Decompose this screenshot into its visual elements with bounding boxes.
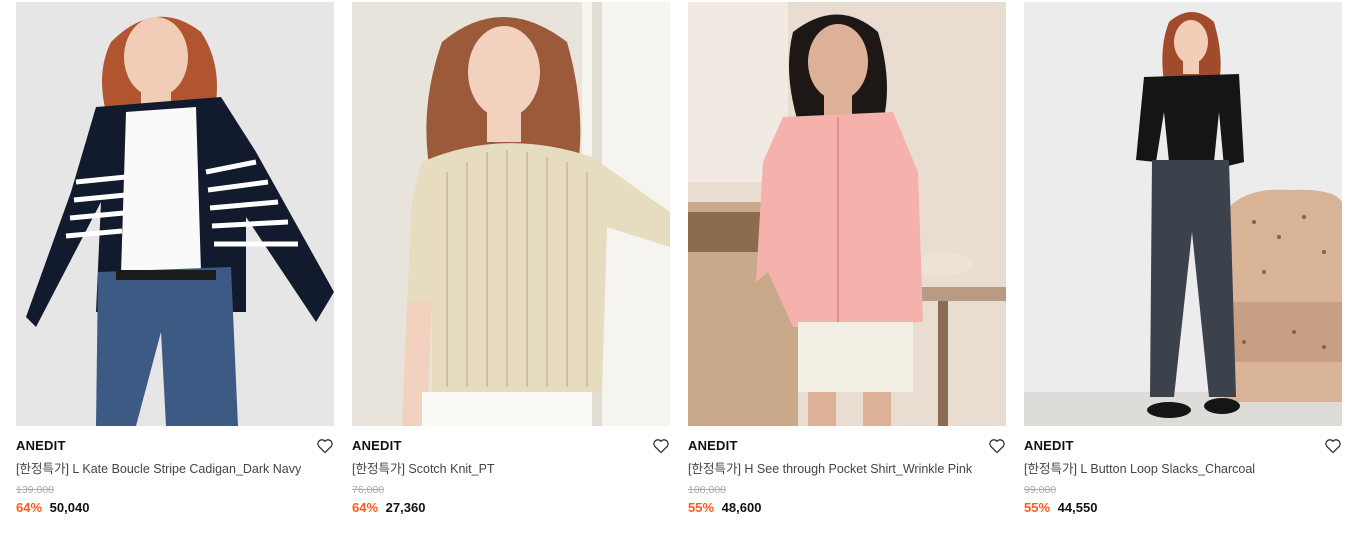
- product-card[interactable]: ANEDIT [한정특가] L Kate Boucle Stripe Cadig…: [16, 2, 334, 516]
- sale-price: 50,040: [49, 500, 90, 515]
- product-name[interactable]: [한정특가] H See through Pocket Shirt_Wrinkl…: [688, 461, 1006, 477]
- discount-rate: 55%: [1024, 500, 1051, 515]
- original-price: 76,000: [352, 484, 385, 496]
- product-image[interactable]: [1024, 2, 1342, 426]
- price-row: 64% 50,040: [16, 500, 334, 516]
- original-price: 108,000: [688, 484, 726, 496]
- product-card[interactable]: ANEDIT [한정특가] Scotch Knit_PT 76,000 64% …: [352, 2, 670, 516]
- sale-price: 27,360: [385, 500, 426, 515]
- sale-price: 44,550: [1057, 500, 1098, 515]
- discount-rate: 64%: [352, 500, 379, 515]
- brand-name: ANEDIT: [1024, 438, 1074, 453]
- brand-name: ANEDIT: [352, 438, 402, 453]
- price-row: 55% 44,550: [1024, 500, 1342, 516]
- discount-rate: 55%: [688, 500, 715, 515]
- brand-name: ANEDIT: [16, 438, 66, 453]
- product-card[interactable]: ANEDIT [한정특가] L Button Loop Slacks_Charc…: [1024, 2, 1342, 516]
- heart-outline-icon[interactable]: [1324, 438, 1342, 454]
- product-image[interactable]: [352, 2, 670, 426]
- product-card[interactable]: ANEDIT [한정특가] H See through Pocket Shirt…: [688, 2, 1006, 516]
- price-row: 55% 48,600: [688, 500, 1006, 516]
- product-grid: ANEDIT [한정특가] L Kate Boucle Stripe Cadig…: [0, 0, 1349, 536]
- product-image[interactable]: [16, 2, 334, 426]
- discount-rate: 64%: [16, 500, 43, 515]
- brand-name: ANEDIT: [688, 438, 738, 453]
- heart-outline-icon[interactable]: [652, 438, 670, 454]
- original-price: 99,000: [1024, 484, 1057, 496]
- product-name[interactable]: [한정특가] L Button Loop Slacks_Charcoal: [1024, 461, 1342, 477]
- product-name[interactable]: [한정특가] Scotch Knit_PT: [352, 461, 670, 477]
- product-image[interactable]: [688, 2, 1006, 426]
- heart-outline-icon[interactable]: [316, 438, 334, 454]
- price-row: 64% 27,360: [352, 500, 670, 516]
- product-name[interactable]: [한정특가] L Kate Boucle Stripe Cadigan_Dark…: [16, 461, 334, 477]
- heart-outline-icon[interactable]: [988, 438, 1006, 454]
- sale-price: 48,600: [721, 500, 762, 515]
- original-price: 139,000: [16, 484, 54, 496]
